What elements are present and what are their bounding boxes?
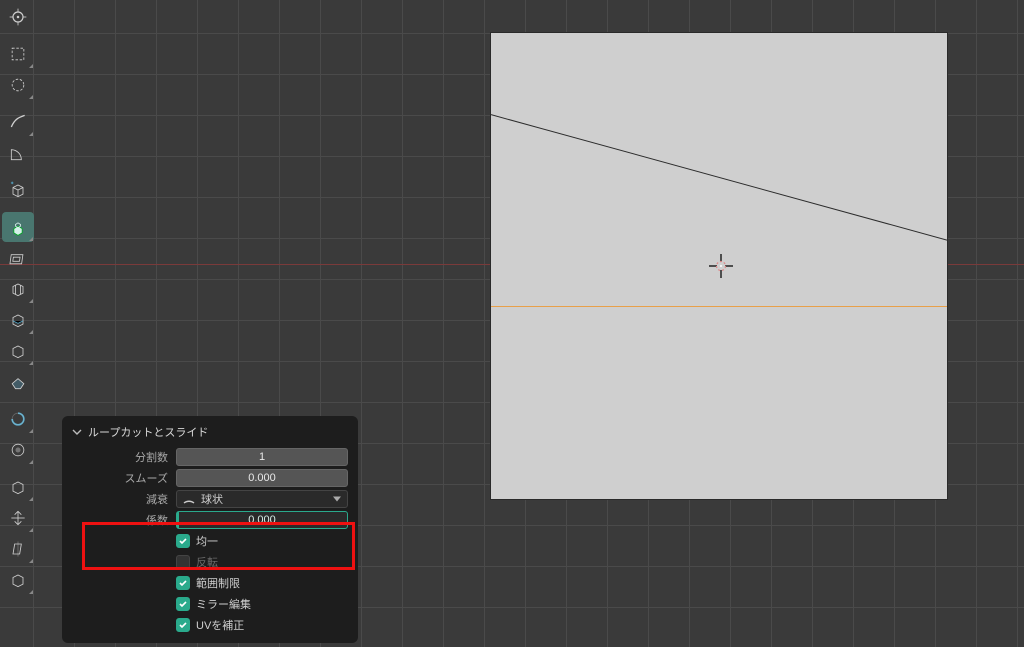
tool-edge-slide[interactable] (2, 472, 34, 502)
loop-cut-preview-edge (491, 306, 947, 307)
tool-annotate[interactable] (2, 107, 34, 137)
smooth-label: スムーズ (72, 470, 170, 486)
check-icon (178, 620, 188, 630)
flipped-checkbox[interactable] (176, 555, 190, 569)
even-label: 均一 (196, 533, 218, 549)
dropdown-caret-icon (29, 497, 33, 501)
falloff-value: 球状 (201, 491, 223, 507)
tool-add-cube[interactable] (2, 175, 34, 205)
dropdown-caret-icon (29, 590, 33, 594)
dropdown-caret-icon (29, 237, 33, 241)
tool-rip[interactable] (2, 565, 34, 595)
factor-label: 係数 (72, 512, 170, 528)
tool-inset[interactable] (2, 243, 34, 273)
dropdown-caret-icon (29, 361, 33, 365)
factor-value: 0.000 (248, 514, 276, 526)
tool-select-circle[interactable] (2, 70, 34, 100)
factor-field[interactable]: 0.000 (176, 511, 348, 529)
chevron-down-icon (72, 427, 82, 437)
tool-select-box[interactable] (2, 39, 34, 69)
mirror-label: ミラー編集 (196, 596, 251, 612)
tool-bevel[interactable] (2, 274, 34, 304)
tool-toolbar (2, 0, 36, 647)
tool-shear[interactable] (2, 534, 34, 564)
check-icon (178, 599, 188, 609)
dropdown-caret-icon (29, 299, 33, 303)
tool-cursor[interactable] (2, 2, 34, 32)
check-icon (178, 536, 188, 546)
tool-loop-cut[interactable] (2, 305, 34, 335)
tool-measure[interactable] (2, 138, 34, 168)
dropdown-caret-icon (29, 429, 33, 433)
tool-spin[interactable] (2, 404, 34, 434)
dropdown-caret-icon (29, 330, 33, 334)
uv-checkbox[interactable] (176, 618, 190, 632)
smooth-field[interactable]: 0.000 (176, 469, 348, 487)
cuts-field[interactable]: 1 (176, 448, 348, 466)
mirror-checkbox[interactable] (176, 597, 190, 611)
cuts-label: 分割数 (72, 449, 170, 465)
tool-knife[interactable] (2, 336, 34, 366)
check-icon (178, 578, 188, 588)
dropdown-caret-icon (29, 528, 33, 532)
operator-panel: ループカットとスライド 分割数 1 スムーズ 0.000 減衰 球状 係数 0.… (62, 416, 358, 643)
dropdown-caret-icon (29, 460, 33, 464)
operator-panel-header[interactable]: ループカットとスライド (72, 422, 348, 446)
operator-panel-title: ループカットとスライド (88, 424, 208, 440)
sphere-falloff-icon (183, 493, 195, 505)
dropdown-caret-icon (333, 496, 341, 501)
mesh-edge-diagonal (491, 33, 947, 499)
dropdown-caret-icon (29, 132, 33, 136)
mesh-plane[interactable] (490, 32, 948, 500)
dropdown-caret-icon (29, 95, 33, 99)
clamp-checkbox[interactable] (176, 576, 190, 590)
tool-poly-build[interactable] (2, 367, 34, 397)
tool-shrink-fatten[interactable] (2, 503, 34, 533)
falloff-label: 減衰 (72, 491, 170, 507)
falloff-select[interactable]: 球状 (176, 490, 348, 508)
smooth-value: 0.000 (248, 472, 276, 484)
clamp-label: 範囲制限 (196, 575, 240, 591)
cuts-value: 1 (259, 451, 265, 463)
uv-label: UVを補正 (196, 617, 244, 633)
tool-smooth[interactable] (2, 435, 34, 465)
dropdown-caret-icon (29, 64, 33, 68)
dropdown-caret-icon (29, 559, 33, 563)
even-checkbox[interactable] (176, 534, 190, 548)
tool-extrude[interactable] (2, 212, 34, 242)
flipped-label: 反転 (196, 554, 218, 570)
